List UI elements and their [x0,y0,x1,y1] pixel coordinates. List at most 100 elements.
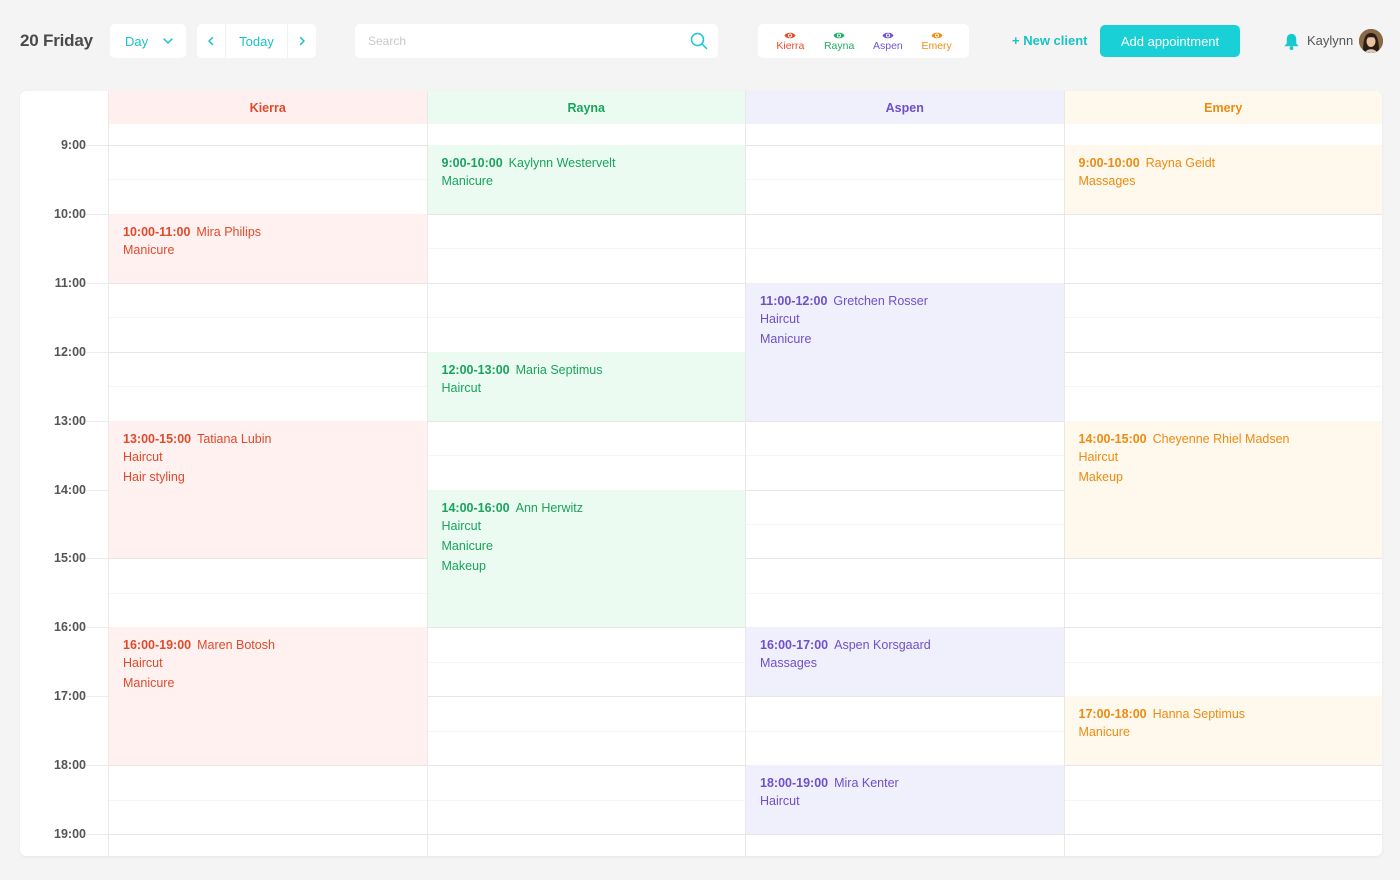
half-hour-line [1064,661,1382,663]
half-hour-line [1064,592,1382,594]
appointment[interactable]: 16:00-19:00 Maren Botosh Haircut Manicure [109,627,427,766]
client-name: Maren Botosh [197,638,275,653]
appointment[interactable]: 17:00-18:00 Hanna Septimus Manicure [1064,696,1382,766]
eye-icon [931,32,943,38]
service-item: Haircut [760,311,800,326]
hour-line [746,145,1064,146]
hour-line [427,834,745,835]
half-hour-line [1064,799,1382,801]
chevron-right-icon [299,36,305,46]
bell-icon[interactable] [1282,32,1301,51]
hour-line [109,145,427,146]
service-item: Makeup [1078,469,1123,484]
client-name: Mira Kenter [834,776,899,791]
new-client-link[interactable]: + New client [1012,33,1088,48]
hour-tick [86,420,108,422]
hour-tick [86,765,108,767]
hour-line [1064,351,1382,353]
hour-line [746,420,1064,422]
hour-line [109,282,427,284]
hour-line [109,765,427,767]
staff-column-kierra: Kierra 10:00-11:00 Mira Philips Manicure 13:… [108,91,427,856]
staff-toggle-emery[interactable]: Emery [914,31,960,52]
staff-toggle-aspen[interactable]: Aspen [865,31,911,52]
appointment-heading: 9:00-10:00 Rayna Geidt [1079,155,1369,171]
appointment[interactable]: 9:00-10:00 Kaylynn Westervelt Manicure [427,145,745,214]
appointment[interactable]: 10:00-11:00 Mira Philips Manicure [109,213,427,283]
service-item: Massages [760,656,817,671]
half-hour-line [427,730,745,732]
appointment[interactable]: 11:00-12:00 Gretchen Rosser Haircut Manicur… [746,282,1064,421]
time-label: 12:00 [54,344,86,359]
half-hour-line [746,730,1064,732]
appointment[interactable]: 9:00-10:00 Rayna Geidt Massages [1064,145,1382,214]
today-button[interactable]: Today [225,24,288,58]
hour-line [1064,765,1382,767]
search-input[interactable] [355,24,675,58]
service-item: Haircut [123,656,163,671]
appointment-time: 18:00-19:00 [760,776,829,791]
hour-tick [86,282,108,284]
appointment[interactable]: 14:00-15:00 Cheyenne Rhiel Madsen Haircut M… [1064,420,1382,559]
service-item: Massages [1078,174,1136,188]
appointment-heading: 16:00-19:00 Maren Botosh [123,637,413,653]
half-hour-line [746,248,1064,250]
appointment[interactable]: 13:00-15:00 Tatiana Lubin Haircut Hair styl… [109,420,427,559]
service-item: Hair styling [123,469,185,484]
half-hour-line [109,179,427,181]
appointment-time: 10:00-11:00 [123,224,191,239]
service-item: Haircut [760,794,800,809]
column-body[interactable]: 9:00-10:00 Rayna Geidt Massages 14:00-15:00… [1064,124,1382,856]
avatar[interactable] [1359,29,1383,53]
appointment-time: 9:00-10:00 [1078,156,1140,170]
staff-toggle-rayna[interactable]: Rayna [816,31,862,52]
appointment[interactable]: 18:00-19:00 Mira Kenter Haircut [746,765,1064,834]
add-appointment-button[interactable]: Add appointment [1100,25,1240,57]
hour-line [109,834,427,835]
time-label: 14:00 [54,482,86,497]
hour-line [746,834,1064,835]
half-hour-line [427,799,745,801]
search-box [355,24,718,58]
day-calendar: 9:00 10:00 11:00 12:00 13:00 14:00 15:00 16:00 1… [20,91,1382,856]
next-day-button[interactable] [288,24,316,58]
previous-day-button[interactable] [197,24,225,58]
time-label: 9:00 [60,138,86,152]
hour-line [109,351,427,353]
hour-tick [86,834,108,835]
appointment-heading: 13:00-15:00 Tatiana Lubin [123,431,413,447]
client-name: Ann Herwitz [515,500,583,515]
appointment-heading: 17:00-18:00 Hanna Septimus [1079,706,1369,722]
half-hour-line [746,523,1064,525]
client-name: Tatiana Lubin [197,431,272,446]
half-hour-line [109,317,427,319]
column-header: Aspen [746,91,1064,124]
view-select-dropdown[interactable]: Day [110,24,186,58]
hour-line [1064,627,1382,629]
service-item: Manicure [123,242,175,257]
client-name: Maria Septimus [515,362,603,377]
appointment[interactable]: 12:00-13:00 Maria Septimus Haircut [427,351,745,421]
view-select-value: Day [125,33,149,49]
half-hour-line [427,455,745,457]
appointment-time: 14:00-16:00 [441,500,510,515]
client-name: Kaylynn Westervelt [508,156,616,170]
column-body[interactable]: 11:00-12:00 Gretchen Rosser Haircut Manicur… [746,124,1064,856]
hour-line [427,765,745,767]
appointment-heading: 12:00-13:00 Maria Septimus [442,362,732,378]
staff-visibility-toggles: Kierra Rayna Aspen Emery [758,24,969,58]
hour-tick [86,558,108,560]
appointment[interactable]: 16:00-17:00 Aspen Korsgaard Massages [746,627,1064,697]
staff-toggle-kierra[interactable]: Kierra [767,31,813,52]
staff-column-aspen: Aspen 11:00-12:00 Gretchen Rosser Haircut Ma… [745,91,1064,856]
staff-toggle-label: Emery [921,39,952,52]
column-body[interactable]: 9:00-10:00 Kaylynn Westervelt Manicure 12:0… [427,124,745,856]
service-item: Makeup [441,558,486,573]
time-label: 16:00 [54,620,86,635]
half-hour-line [1064,248,1382,250]
search-icon[interactable] [690,32,708,50]
column-body[interactable]: 10:00-11:00 Mira Philips Manicure 13:00-15:… [109,124,427,856]
appointment[interactable]: 14:00-16:00 Ann Herwitz Haircut Manicure Mak… [427,489,745,628]
client-name: Cheyenne Rhiel Madsen [1152,431,1290,446]
hour-tick [86,627,108,629]
